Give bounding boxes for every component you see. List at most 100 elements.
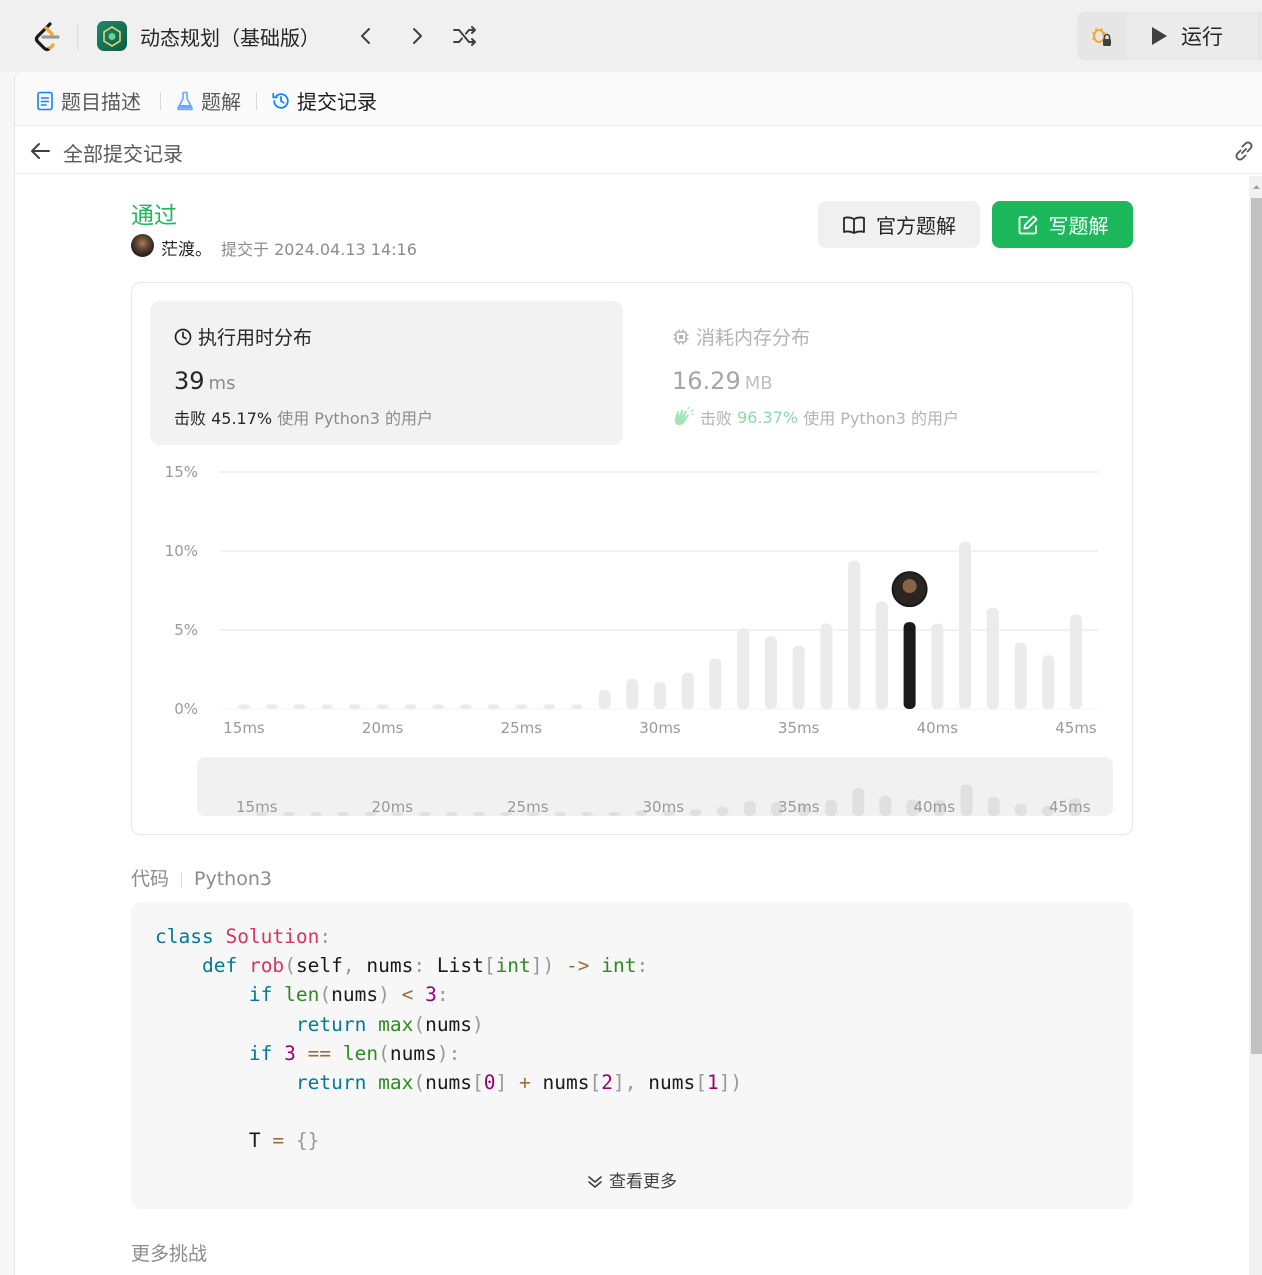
overview-tick-label: 25ms bbox=[507, 798, 549, 816]
chevron-right-icon bbox=[413, 28, 422, 44]
overview-bar bbox=[987, 796, 1000, 816]
chart-bar bbox=[709, 658, 722, 709]
all-submissions-link[interactable]: 全部提交记录 bbox=[63, 138, 183, 167]
tab-submissions[interactable]: 提交记录 bbox=[271, 86, 377, 115]
x-tick-label: 25ms bbox=[501, 719, 543, 737]
book-open-icon bbox=[843, 216, 865, 234]
user-name[interactable]: 茫渡。 bbox=[161, 235, 212, 260]
more-challenges-heading: 更多挑战 bbox=[131, 1243, 208, 1265]
x-tick-label: 35ms bbox=[778, 719, 820, 737]
random-question-button[interactable] bbox=[451, 22, 479, 50]
chart-bar bbox=[293, 704, 306, 709]
code-block: class Solution: def rob(self, nums: List… bbox=[131, 902, 1133, 1209]
x-tick-label: 20ms bbox=[362, 719, 404, 737]
performance-card: 执行用时分布 39 ms 击败 45.17% 使用 Python3 的用户 消耗内… bbox=[131, 282, 1133, 835]
link-icon[interactable] bbox=[1231, 138, 1257, 164]
next-question-button[interactable] bbox=[403, 22, 431, 50]
tab-divider bbox=[160, 92, 161, 110]
tab-label: 题解 bbox=[201, 90, 241, 114]
runtime-distribution-chart: 0% 5% 10% 15% 15ms 20ms 25ms 30ms 35ms 40ms 45ms 15… bbox=[165, 463, 1113, 816]
chevron-left-icon bbox=[361, 28, 370, 44]
scrollbar-thumb[interactable] bbox=[1251, 198, 1262, 1054]
scroll-up-icon[interactable] bbox=[1251, 180, 1262, 194]
overview-bar bbox=[418, 812, 431, 816]
write-solution-button[interactable]: 写题解 bbox=[992, 201, 1133, 248]
chart-bar bbox=[848, 560, 861, 709]
user-avatar-marker-figure bbox=[902, 579, 917, 594]
chart-bar bbox=[570, 704, 583, 709]
double-chevron-down-icon bbox=[588, 1176, 602, 1188]
study-plan-icon[interactable] bbox=[97, 21, 127, 51]
history-icon bbox=[271, 91, 291, 111]
chart-bar bbox=[792, 645, 805, 709]
overview-bar bbox=[445, 812, 458, 816]
previous-question-button[interactable] bbox=[352, 22, 380, 50]
y-tick-label: 15% bbox=[165, 463, 198, 481]
code-language: Python3 bbox=[194, 868, 272, 890]
top-bar: 动态规划（基础版） 运行 bbox=[0, 0, 1262, 72]
tab-label: 提交记录 bbox=[297, 90, 377, 114]
run-label: 运行 bbox=[1181, 25, 1223, 49]
overview-bar bbox=[852, 788, 865, 816]
show-more-button[interactable]: 查看更多 bbox=[131, 1167, 1133, 1192]
run-button[interactable]: 运行 bbox=[1127, 12, 1257, 60]
overview-bar bbox=[689, 809, 702, 816]
chart-bar bbox=[820, 623, 833, 709]
overview-bar bbox=[310, 812, 323, 816]
chart-bar bbox=[404, 704, 417, 709]
chart-bar bbox=[321, 704, 334, 709]
submission-subheader: 全部提交记录 bbox=[15, 126, 1262, 174]
back-arrow-icon[interactable] bbox=[27, 138, 53, 164]
x-tick-label: 45ms bbox=[1055, 719, 1097, 737]
code-label-text: 代码 bbox=[131, 868, 170, 890]
play-icon bbox=[1152, 27, 1167, 45]
overview-bar bbox=[581, 812, 594, 816]
overview-bar bbox=[960, 784, 973, 816]
chart-bar bbox=[238, 704, 250, 709]
overview-tick-label: 15ms bbox=[236, 798, 278, 816]
overview-bar bbox=[554, 812, 567, 816]
chart-bar bbox=[265, 704, 278, 709]
chart-bar bbox=[598, 690, 611, 709]
avatar[interactable] bbox=[131, 234, 154, 257]
chart-bar bbox=[681, 672, 694, 709]
overview-bar bbox=[743, 800, 756, 816]
submission-panel: 题目描述 题解 提交记录 全部提交记录 通过 茫渡。 提交于 2024.04.1… bbox=[14, 72, 1262, 1275]
code-label: 代码 Python3 bbox=[131, 864, 272, 891]
chart-bar bbox=[1042, 655, 1055, 709]
chart-bar bbox=[432, 704, 445, 709]
overview-bar bbox=[716, 806, 729, 816]
chart-bar bbox=[1070, 614, 1082, 709]
chart-bar bbox=[931, 623, 944, 709]
overview-tick-label: 35ms bbox=[778, 798, 820, 816]
y-tick-label: 5% bbox=[174, 621, 198, 639]
chart-bar bbox=[959, 541, 972, 709]
tab-description[interactable]: 题目描述 bbox=[35, 86, 141, 115]
overview-tick-label: 30ms bbox=[643, 798, 685, 816]
official-solution-label: 官方题解 bbox=[876, 214, 956, 238]
show-more-label: 查看更多 bbox=[609, 1172, 677, 1192]
chart-bar bbox=[1014, 642, 1027, 709]
overview-bar bbox=[608, 812, 621, 816]
debug-button[interactable] bbox=[1077, 12, 1125, 60]
code-text: class Solution: def rob(self, nums: List… bbox=[155, 925, 743, 1153]
debug-locked-icon bbox=[1092, 28, 1111, 46]
official-solution-button[interactable]: 官方题解 bbox=[818, 201, 980, 248]
overview-bar bbox=[337, 812, 350, 816]
leetcode-logo-icon[interactable] bbox=[30, 20, 64, 54]
x-tick-label: 30ms bbox=[639, 719, 681, 737]
x-tick-label: 15ms bbox=[223, 719, 265, 737]
study-plan-title[interactable]: 动态规划（基础版） bbox=[140, 22, 320, 51]
chart-bar bbox=[654, 682, 666, 709]
chart-bar bbox=[348, 704, 361, 709]
panel-tabs: 题目描述 题解 提交记录 bbox=[15, 72, 1262, 126]
overview-bar bbox=[1014, 803, 1027, 816]
tab-solutions[interactable]: 题解 bbox=[175, 86, 241, 115]
chart-bar bbox=[875, 601, 888, 709]
tab-divider bbox=[256, 92, 257, 110]
x-tick-label: 40ms bbox=[917, 719, 959, 737]
submission-status: 通过 bbox=[131, 203, 177, 229]
chart-bar bbox=[487, 704, 500, 709]
overview-tick-label: 20ms bbox=[372, 798, 414, 816]
shuffle-icon bbox=[453, 26, 476, 46]
